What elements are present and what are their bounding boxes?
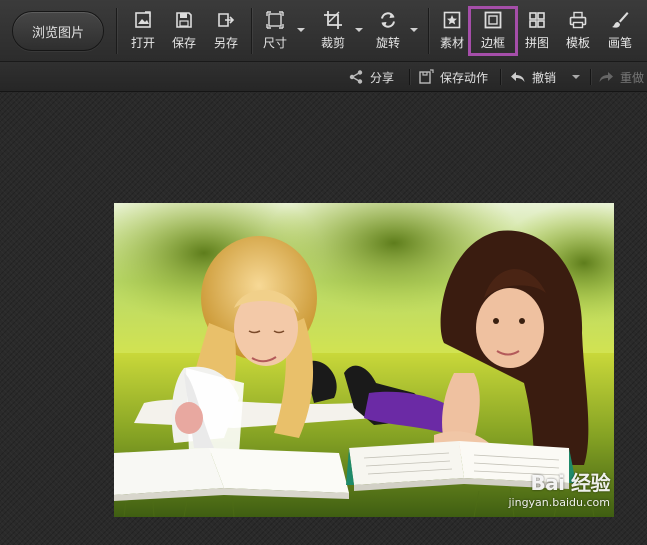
- collage-button[interactable]: 拼图: [521, 6, 553, 56]
- undo-label: 撤销: [532, 70, 557, 85]
- template-printer-icon: [569, 11, 587, 29]
- undo-arrow-icon: [511, 72, 525, 82]
- undo-button[interactable]: 撤销: [510, 62, 556, 92]
- collage-label: 拼图: [524, 36, 549, 50]
- redo-label: 重做: [620, 70, 645, 85]
- border-frame-icon: [484, 11, 502, 29]
- action-bar: 分享 保存动作 撤销 重做: [0, 62, 647, 92]
- share-label: 分享: [370, 70, 395, 85]
- subbar-separator: [500, 69, 501, 85]
- main-toolbar: 浏览图片 打开 保存 另存 尺寸 裁剪 旋转 素材 边框 拼图 模板 画笔: [0, 0, 647, 62]
- brush-button[interactable]: 画笔: [604, 6, 636, 56]
- save-icon: [176, 12, 192, 28]
- save-action-button[interactable]: 保存动作: [418, 62, 488, 92]
- resize-button[interactable]: 尺寸: [259, 6, 305, 56]
- rotate-button[interactable]: 旋转: [372, 6, 418, 56]
- crop-button[interactable]: 裁剪: [317, 6, 363, 56]
- rotate-label: 旋转: [375, 36, 400, 50]
- watermark: Bai 经验 jingyan.baidu.com: [508, 467, 610, 509]
- rotate-dropdown-caret-icon[interactable]: [410, 28, 418, 32]
- save-as-icon: [218, 13, 235, 27]
- rotate-icon: [381, 12, 395, 28]
- save-as-label: 另存: [213, 36, 238, 50]
- star-material-icon: [443, 11, 461, 29]
- brush-label: 画笔: [607, 36, 632, 50]
- crop-icon: [324, 11, 342, 29]
- save-action-icon: [419, 69, 434, 84]
- redo-arrow-icon: [599, 72, 613, 82]
- brush-icon: [612, 12, 629, 28]
- watermark-url: jingyan.baidu.com: [508, 496, 610, 509]
- toolbar-separator: [116, 8, 117, 54]
- crop-label: 裁剪: [320, 36, 345, 50]
- redo-button[interactable]: 重做: [598, 62, 644, 92]
- save-label: 保存: [171, 36, 196, 50]
- toolbar-separator: [428, 8, 429, 54]
- template-label: 模板: [565, 36, 590, 50]
- subbar-separator: [409, 69, 410, 85]
- open-image-icon: [135, 11, 151, 28]
- crop-dropdown-caret-icon[interactable]: [355, 28, 363, 32]
- save-as-button[interactable]: 另存: [210, 6, 242, 56]
- stickers-label: 素材: [439, 36, 464, 50]
- collage-grid-icon: [529, 12, 545, 28]
- share-button[interactable]: 分享: [348, 62, 394, 92]
- open-button[interactable]: 打开: [127, 6, 159, 56]
- undo-dropdown-caret-icon[interactable]: [572, 62, 580, 92]
- watermark-logo: Bai 经验: [530, 471, 610, 495]
- resize-dropdown-caret-icon[interactable]: [297, 28, 305, 32]
- share-icon: [349, 70, 363, 84]
- canvas-photo[interactable]: Bai 经验 jingyan.baidu.com: [114, 203, 614, 517]
- template-button[interactable]: 模板: [562, 6, 594, 56]
- border-label: 边框: [480, 36, 505, 50]
- stickers-button[interactable]: 素材: [436, 6, 468, 56]
- browse-images-button[interactable]: 浏览图片: [12, 11, 104, 51]
- save-action-label: 保存动作: [440, 70, 489, 85]
- save-button[interactable]: 保存: [168, 6, 200, 56]
- resize-label: 尺寸: [262, 36, 287, 50]
- subbar-separator: [590, 69, 591, 85]
- resize-icon: [266, 11, 284, 29]
- open-label: 打开: [130, 36, 155, 50]
- toolbar-separator: [251, 8, 252, 54]
- border-button[interactable]: 边框: [468, 6, 518, 56]
